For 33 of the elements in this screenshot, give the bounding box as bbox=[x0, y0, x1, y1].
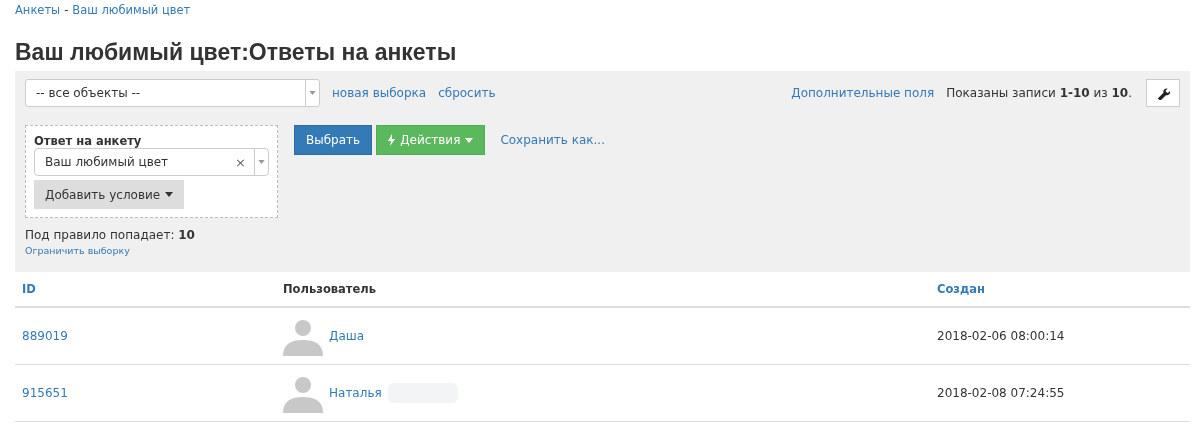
breadcrumb-link[interactable]: Анкеты bbox=[15, 3, 61, 17]
breadcrumb-link[interactable]: Ваш любимый цвет bbox=[72, 3, 191, 17]
column-header[interactable]: ID bbox=[22, 282, 36, 296]
condition-label: Ответ на анкету bbox=[34, 134, 143, 148]
records-info: Показаны записи 1-10 из 10. bbox=[946, 86, 1132, 100]
caret-icon bbox=[258, 160, 265, 164]
id-link[interactable]: 889019 bbox=[22, 329, 68, 343]
wrench-icon bbox=[1156, 86, 1170, 100]
filter-link[interactable]: сбросить bbox=[438, 86, 496, 100]
column-header[interactable]: Создан bbox=[937, 282, 986, 296]
caret-icon bbox=[165, 192, 174, 197]
lightning-icon bbox=[388, 134, 396, 146]
filter-link[interactable]: новая выборка bbox=[332, 86, 427, 100]
id-link[interactable]: 915651 bbox=[22, 386, 68, 400]
object-select[interactable]: -- все объекты -- bbox=[25, 79, 320, 107]
caret-icon bbox=[465, 137, 474, 143]
actions-button[interactable]: Действия bbox=[376, 125, 486, 155]
extra-fields-link[interactable]: Дополнительные поля bbox=[791, 86, 935, 100]
user-link[interactable]: Даша bbox=[329, 329, 365, 343]
created-date: 2018-02-08 07:24:55 bbox=[937, 386, 1065, 400]
column-header: Пользователь bbox=[283, 282, 376, 296]
caret-icon bbox=[309, 91, 316, 95]
condition-select[interactable]: Ваш любимый цвет × bbox=[34, 148, 269, 176]
created-date: 2018-02-06 08:00:14 bbox=[937, 329, 1065, 343]
add-condition-button[interactable]: Добавить условие bbox=[34, 180, 185, 209]
user-link[interactable]: Наталья bbox=[329, 386, 382, 400]
select-button[interactable]: Выбрать bbox=[294, 125, 373, 155]
settings-button[interactable] bbox=[1146, 79, 1180, 107]
save-as-link[interactable]: Сохранить как... bbox=[500, 133, 605, 147]
rule-count: Под правило попадает: 10 bbox=[25, 228, 196, 242]
page-title: Ваш любимый цвет:Ответы на анкеты bbox=[15, 38, 458, 67]
breadcrumb-separator: - bbox=[64, 3, 69, 17]
limit-link[interactable]: Ограничить выборку bbox=[25, 245, 278, 256]
